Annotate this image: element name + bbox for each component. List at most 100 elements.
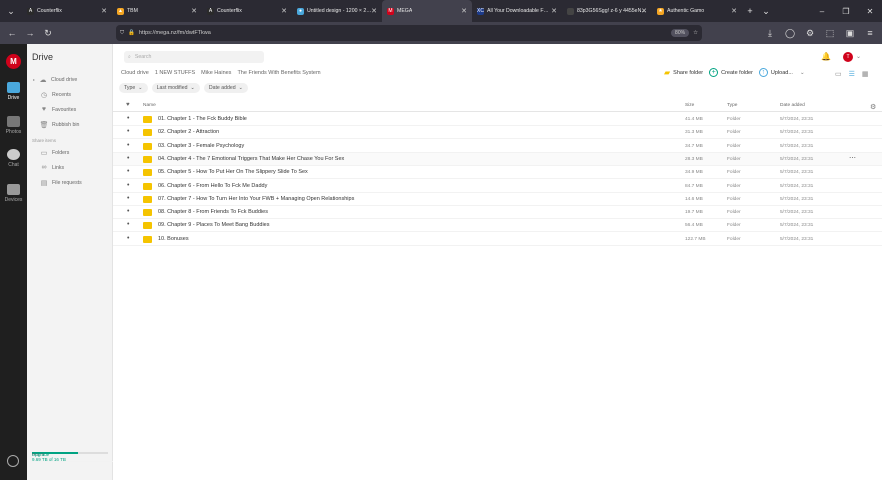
tab-list-icon[interactable]: ⌄ — [0, 0, 22, 22]
menu-icon[interactable]: ≡ — [862, 25, 878, 41]
browser-tab[interactable]: XC All Your Downloadable F… ✕ — [472, 0, 562, 22]
chevron-down-icon[interactable]: ⌄ — [856, 53, 861, 60]
storage-widget[interactable]: Pro III Upgrade 9.69 TB of 16 TB — [32, 449, 801, 462]
zoom-badge[interactable]: 80% — [671, 29, 690, 37]
tab-close-icon[interactable]: ✕ — [101, 7, 107, 15]
reload-icon[interactable]: ↻ — [40, 25, 56, 41]
row-expand-icon[interactable]: • — [127, 128, 129, 135]
tab-close-icon[interactable]: ✕ — [281, 7, 287, 15]
create-folder-button[interactable]: + Create folder — [709, 68, 753, 77]
table-row[interactable]: • 09. Chapter 9 - Places To Meet Bang Bu… — [113, 219, 882, 233]
tab-close-icon[interactable]: ✕ — [731, 7, 737, 15]
column-type[interactable]: Type — [727, 103, 737, 108]
sidebar-item-file-requests[interactable]: ▤ File requests — [40, 179, 82, 187]
sidebar-item-favourites[interactable]: ♥ Favourites — [40, 106, 76, 113]
row-expand-icon[interactable]: • — [127, 235, 129, 242]
list-view-icon[interactable]: ☰ — [849, 70, 855, 78]
breadcrumb-item[interactable]: 1 NEW STUFFS — [155, 70, 195, 76]
sidebar-item-recents[interactable]: ◷ Recents — [40, 91, 71, 99]
notification-bell-icon[interactable]: 🔔 — [821, 52, 831, 61]
shield-icon[interactable]: ⛉ — [120, 30, 124, 37]
tab-overflow-icon[interactable]: ⌄ — [758, 0, 774, 22]
row-date: 5/7/2024, 23:31 — [780, 143, 814, 149]
table-row[interactable]: • 08. Chapter 8 - From Friends To Fck Bu… — [113, 206, 882, 220]
close-window-icon[interactable]: ✕ — [858, 0, 882, 22]
table-row[interactable]: • 05. Chapter 5 - How To Put Her On The … — [113, 166, 882, 180]
favourite-column-icon[interactable]: ♥ — [126, 102, 130, 108]
row-expand-icon[interactable]: • — [127, 195, 129, 202]
sidebar-item-links[interactable]: ∞ Links — [40, 164, 65, 171]
rail-chat[interactable]: Chat — [0, 149, 27, 168]
row-expand-icon[interactable]: • — [127, 221, 129, 228]
bookmark-star-icon[interactable]: ☆ — [693, 30, 698, 36]
tab-close-icon[interactable]: ✕ — [371, 7, 377, 15]
maximize-icon[interactable]: ❐ — [834, 0, 858, 22]
lock-icon[interactable]: 🔒 — [128, 30, 135, 36]
breadcrumb-item[interactable]: Mike Haines — [201, 70, 231, 76]
expand-icon[interactable]: ▸ — [33, 77, 35, 82]
forward-icon[interactable]: → — [22, 25, 38, 41]
mega-logo[interactable]: M — [6, 54, 21, 69]
table-row[interactable]: • 07. Chapter 7 - How To Turn Her Into Y… — [113, 193, 882, 206]
filter-chip[interactable]: Last modified ⌄ — [151, 83, 200, 93]
media-view-icon[interactable]: ▭ — [835, 70, 842, 78]
row-date: 5/7/2024, 23:31 — [780, 117, 814, 122]
new-tab-button[interactable]: + — [742, 0, 758, 22]
row-expand-icon[interactable]: • — [127, 155, 129, 162]
more-options-icon[interactable]: ⋯ — [849, 154, 856, 162]
extensions-icon[interactable]: ⚙ — [802, 25, 818, 41]
table-row[interactable]: • 01. Chapter 1 - The Fck Buddy Bible 41… — [113, 113, 882, 126]
table-row[interactable]: • 04. Chapter 4 - The 7 Emotional Trigge… — [113, 152, 882, 166]
breadcrumb-item[interactable]: The Friends With Benefits System — [237, 70, 320, 76]
tab-close-icon[interactable]: ✕ — [191, 7, 197, 15]
extension-icon[interactable]: ⬚ — [822, 25, 838, 41]
sidebar-item-rubbish-bin[interactable]: 🗑 Rubbish bin — [40, 121, 80, 129]
url-bar[interactable]: ⛉ 🔒 https://mega.nz/fm/dwtFTkwa 80% ☆ — [116, 25, 702, 41]
rail-devices[interactable]: Devices — [0, 184, 27, 203]
sidebar-item-folders[interactable]: ▭ Folders — [40, 149, 70, 157]
table-row[interactable]: • 02. Chapter 2 - Attraction 31.3 MB Fol… — [113, 126, 882, 140]
back-icon[interactable]: ← — [4, 25, 20, 41]
sidebar-item-cloud-drive[interactable]: ▸ ☁ Cloud drive — [33, 76, 77, 84]
extension-icon-2[interactable]: ▣ — [842, 25, 858, 41]
rail-photos[interactable]: Photos — [0, 116, 27, 135]
column-size[interactable]: Size — [685, 103, 694, 108]
avatar[interactable]: T — [843, 52, 853, 62]
row-expand-icon[interactable]: • — [127, 208, 129, 215]
browser-tab[interactable]: ★ Authentic Gamo ✕ — [652, 0, 742, 22]
upgrade-link[interactable]: Upgrade — [32, 452, 49, 457]
row-expand-icon[interactable]: • — [127, 168, 129, 175]
tab-close-icon[interactable]: ✕ — [551, 7, 557, 15]
account-icon[interactable]: ◯ — [782, 25, 798, 41]
tab-close-icon[interactable]: ✕ — [461, 7, 467, 15]
rail-drive[interactable]: Drive — [0, 82, 27, 101]
breadcrumb-item[interactable]: Cloud drive — [121, 70, 149, 76]
downloads-icon[interactable]: ⤓ — [762, 25, 778, 41]
table-row[interactable]: • 06. Chapter 6 - From Hello To Fck Me D… — [113, 180, 882, 193]
tab-close-icon[interactable]: ✕ — [641, 7, 647, 15]
browser-tab[interactable]: A Counterflix ✕ — [202, 0, 292, 22]
browser-tab[interactable]: A Counterflix ✕ — [22, 0, 112, 22]
row-expand-icon[interactable]: • — [127, 115, 129, 122]
search-input[interactable]: ⌕ Search — [124, 51, 264, 63]
tab-favicon-icon: A — [207, 7, 214, 15]
filter-chip[interactable]: Type ⌄ — [119, 83, 148, 93]
column-date-added[interactable]: Date added — [780, 103, 805, 108]
table-row[interactable]: • 03. Chapter 3 - Female Psychology 34.7… — [113, 140, 882, 153]
app-rail: M Drive Photos Chat Devices — [0, 44, 27, 480]
browser-tab[interactable]: ▲ TBM ✕ — [112, 0, 202, 22]
browser-tab[interactable]: M MEGA ✕ — [382, 0, 472, 22]
transfer-icon[interactable] — [7, 455, 19, 467]
row-expand-icon[interactable]: • — [127, 182, 129, 189]
grid-view-icon[interactable]: ▦ — [862, 70, 869, 78]
table-row[interactable]: • 10. Bonuses 122.7 MB Folder 5/7/2024, … — [113, 233, 882, 246]
browser-tab[interactable]: ● Untitled design - 1200 × 2… ✕ — [292, 0, 382, 22]
share-folder-button[interactable]: ▰ Share folder — [664, 68, 703, 77]
filter-chip[interactable]: Date added ⌄ — [203, 83, 249, 93]
minimize-icon[interactable]: – — [810, 0, 834, 22]
browser-tab[interactable]: 83p3G56Sgg! z-6 y 4455eN… ✕ — [562, 0, 652, 22]
column-name[interactable]: Name — [143, 103, 156, 108]
row-expand-icon[interactable]: • — [127, 142, 129, 149]
upload-button[interactable]: ↑ Upload... ⌄ — [758, 68, 805, 77]
column-settings-icon[interactable]: ⚙ — [870, 103, 876, 111]
